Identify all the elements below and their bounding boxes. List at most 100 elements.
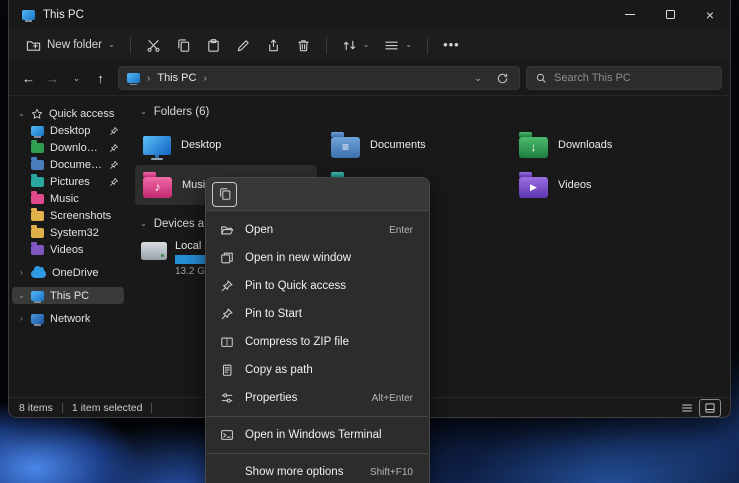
paste-button[interactable] [199, 33, 228, 58]
sidebar-item-quick-access[interactable]: ⌄ Quick access [12, 105, 124, 122]
delete-icon [296, 38, 311, 53]
onedrive-cloud-icon [31, 270, 46, 278]
sidebar-item-downloads[interactable]: Downloads [12, 139, 124, 156]
chevron-down-icon: ⌄ [18, 291, 25, 300]
desktop-icon [143, 136, 171, 155]
forward-button[interactable]: → [41, 66, 64, 90]
command-bar: New folder ⌄ ⌄ ⌄ ••• [9, 29, 730, 61]
window-controls: × [610, 0, 730, 29]
share-icon [266, 38, 281, 53]
menu-item-open-terminal[interactable]: Open in Windows Terminal [206, 421, 429, 449]
folder-tile-downloads[interactable]: ↓ Downloads [511, 125, 693, 165]
pin-icon [109, 160, 119, 170]
desktop-icon [31, 126, 44, 136]
downloads-folder-icon: ↓ [519, 137, 548, 158]
sort-button[interactable]: ⌄ [335, 33, 377, 58]
view-icon [384, 38, 399, 53]
menu-item-label: Open in new window [245, 252, 351, 264]
menu-item-pin-start[interactable]: Pin to Start [206, 300, 429, 328]
sidebar: ⌄ Quick access Desktop Downloads Documen [9, 96, 127, 397]
folders-section-header[interactable]: ⌄ Folders (6) [135, 103, 730, 121]
folder-tile-label: Videos [558, 179, 591, 191]
new-folder-icon [26, 38, 41, 53]
chevron-down-icon: ⌄ [18, 109, 25, 118]
delete-button[interactable] [289, 33, 318, 58]
cut-button[interactable] [139, 33, 168, 58]
copy-icon [176, 38, 191, 53]
pin-icon [109, 177, 119, 187]
address-bar[interactable]: › This PC › ⌄ [118, 66, 520, 90]
share-button[interactable] [259, 33, 288, 58]
new-folder-label: New folder [47, 39, 102, 51]
more-options-button[interactable]: ••• [436, 37, 467, 52]
maximize-button[interactable] [650, 0, 690, 29]
folder-tile-desktop[interactable]: Desktop [135, 125, 317, 165]
item-count: 8 items [19, 402, 53, 414]
chevron-down-icon: ⌄ [140, 220, 147, 228]
this-pc-icon [31, 291, 44, 301]
copy-button[interactable] [169, 33, 198, 58]
menu-item-pin-quick-access[interactable]: Pin to Quick access [206, 272, 429, 300]
copy-button[interactable] [212, 182, 237, 207]
new-folder-button[interactable]: New folder ⌄ [19, 33, 122, 58]
search-input[interactable] [554, 72, 713, 84]
folder-tile-label: Documents [370, 139, 426, 151]
up-button[interactable]: ↑ [89, 66, 112, 90]
sidebar-item-network[interactable]: › Network [12, 310, 124, 327]
sidebar-item-label: Quick access [49, 108, 114, 120]
sidebar-item-system32[interactable]: System32 [12, 224, 124, 241]
details-view-icon [681, 402, 693, 414]
breadcrumb-chevron-icon: › [147, 73, 150, 84]
status-divider [62, 403, 63, 413]
recent-locations-button[interactable]: ⌄ [65, 66, 88, 90]
back-button[interactable]: ← [17, 66, 40, 90]
sidebar-item-videos[interactable]: Videos [12, 241, 124, 258]
refresh-button[interactable] [493, 69, 511, 87]
view-button[interactable]: ⌄ [377, 33, 419, 58]
chevron-down-icon: ⌄ [363, 41, 370, 49]
details-view-button[interactable] [677, 400, 697, 416]
videos-folder-icon: ▶ [519, 177, 548, 198]
menu-item-open[interactable]: Open Enter [206, 216, 429, 244]
menu-item-show-more[interactable]: Show more options Shift+F10 [206, 458, 429, 483]
pin-icon [219, 307, 235, 321]
minimize-icon [625, 14, 635, 15]
copy-icon [218, 187, 232, 201]
menu-item-label: Open [245, 224, 273, 236]
chevron-down-icon: ⌄ [108, 41, 115, 49]
sidebar-item-desktop[interactable]: Desktop [12, 122, 124, 139]
copy-path-icon [219, 363, 235, 377]
open-folder-icon [219, 223, 235, 237]
minimize-button[interactable] [610, 0, 650, 29]
menu-item-open-new-window[interactable]: Open in new window [206, 244, 429, 272]
properties-icon [219, 391, 235, 405]
close-button[interactable]: × [690, 0, 730, 29]
sidebar-item-label: Downloads [50, 142, 103, 154]
pin-icon [109, 126, 119, 136]
breadcrumb-chevron-icon: › [203, 73, 206, 84]
terminal-icon [219, 428, 235, 442]
sidebar-item-documents[interactable]: Documents [12, 156, 124, 173]
hard-drive-icon [141, 242, 167, 260]
folder-tile-videos[interactable]: ▶ Videos [511, 165, 693, 205]
breadcrumb-this-pc[interactable]: This PC [157, 72, 196, 84]
address-bar-controls: ⌄ [469, 69, 511, 87]
download-arrow-glyph: ↓ [531, 140, 537, 154]
menu-item-compress-zip[interactable]: Compress to ZIP file [206, 328, 429, 356]
sort-icon [342, 38, 357, 53]
folder-tile-documents[interactable]: ≡ Documents [323, 125, 505, 165]
menu-item-shortcut: Shift+F10 [358, 467, 413, 478]
sidebar-item-music[interactable]: Music [12, 190, 124, 207]
rename-button[interactable] [229, 33, 258, 58]
sidebar-item-this-pc[interactable]: ⌄ This PC [12, 287, 124, 304]
quick-access-star-icon [31, 108, 43, 120]
sidebar-item-label: Videos [50, 244, 83, 256]
sidebar-item-onedrive[interactable]: › OneDrive [12, 264, 124, 281]
sidebar-item-screenshots[interactable]: Screenshots [12, 207, 124, 224]
sidebar-item-pictures[interactable]: Pictures [12, 173, 124, 190]
menu-item-label: Properties [245, 392, 297, 404]
large-icons-view-button[interactable] [700, 400, 720, 416]
address-dropdown-button[interactable]: ⌄ [469, 69, 487, 87]
menu-item-copy-as-path[interactable]: Copy as path [206, 356, 429, 384]
menu-item-properties[interactable]: Properties Alt+Enter [206, 384, 429, 412]
